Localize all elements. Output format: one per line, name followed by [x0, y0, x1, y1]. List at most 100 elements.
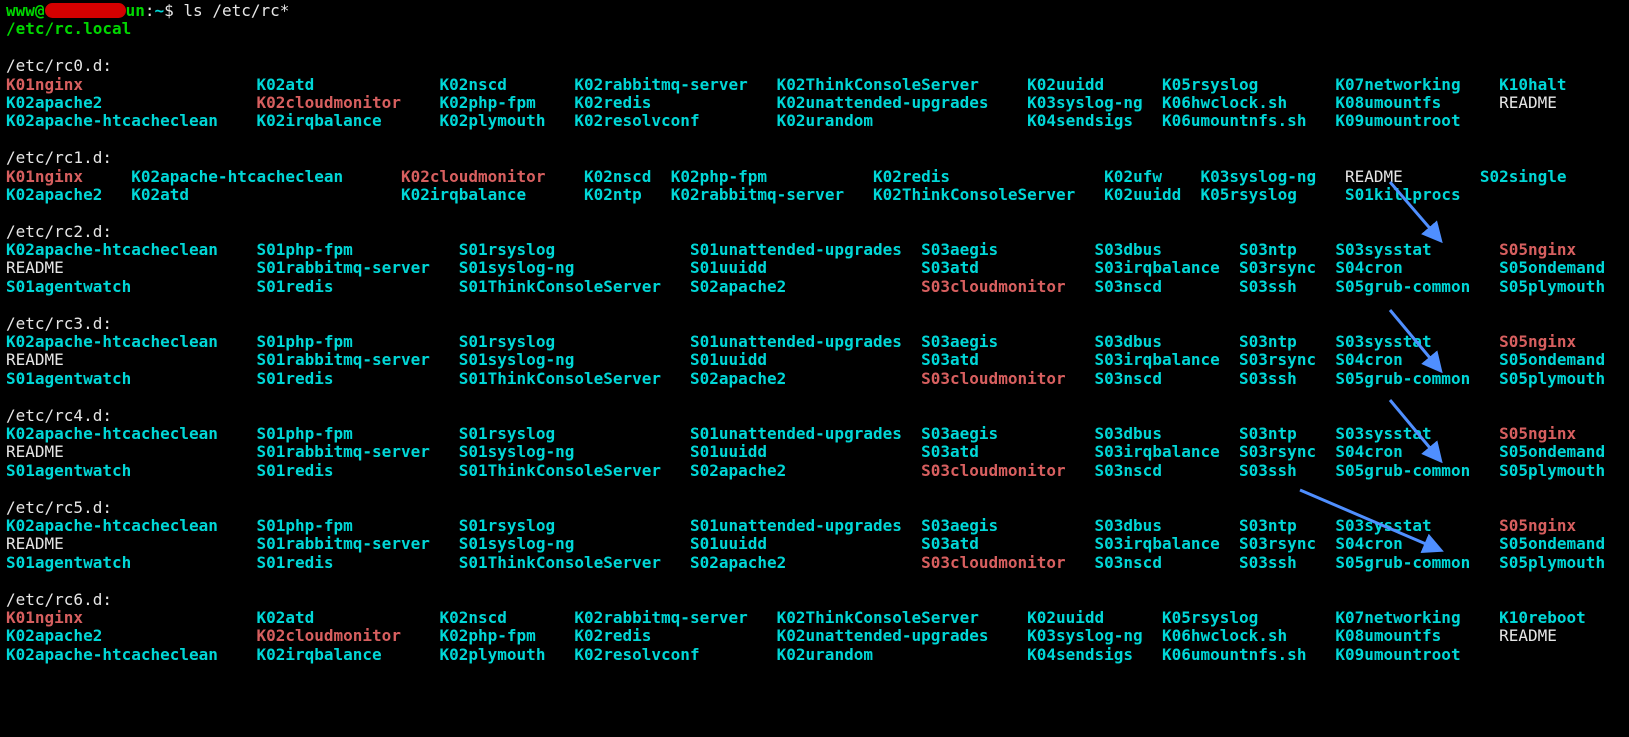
prompt-at: @ — [35, 1, 45, 20]
ls-entry: K03syslog-ng — [1027, 626, 1162, 645]
ls-entry: S02apache2 — [690, 461, 921, 480]
ls-entry: K02apache2 — [6, 93, 256, 112]
ls-entry: K02plymouth — [439, 111, 574, 130]
ls-entry: S05grub-common — [1335, 369, 1499, 388]
ls-entry: K05rsyslog — [1162, 75, 1335, 94]
ls-entry: S03dbus — [1095, 516, 1240, 535]
ls-entry: K08umountfs — [1335, 93, 1499, 112]
prompt-sep: : — [145, 1, 155, 20]
ls-entry: S05nginx — [1499, 424, 1615, 443]
ls-entry: S03ssh — [1239, 553, 1335, 572]
ls-entry: S01agentwatch — [6, 369, 256, 388]
ls-entry: S03ssh — [1239, 277, 1335, 296]
ls-entry: S04cron — [1335, 534, 1499, 553]
ls-entry: S03dbus — [1095, 424, 1240, 443]
ls-entry: K04sendsigs — [1027, 645, 1162, 664]
ls-entry: S03atd — [921, 534, 1094, 553]
ls-entry: S05nginx — [1499, 516, 1615, 535]
dir-header: /etc/rc5.d: — [6, 498, 112, 517]
ls-entry: S01redis — [256, 369, 458, 388]
dir-header: /etc/rc6.d: — [6, 590, 112, 609]
ls-entry: K02uuidd — [1104, 185, 1200, 204]
ls-entry: K02atd — [256, 608, 439, 627]
ls-entry: K08umountfs — [1335, 626, 1499, 645]
ls-entry: K01nginx — [6, 167, 131, 186]
ls-entry: S04cron — [1335, 442, 1499, 461]
ls-entry: K02cloudmonitor — [256, 626, 439, 645]
ls-entry: S04cron — [1335, 258, 1499, 277]
ls-entry: K02apache2 — [6, 185, 131, 204]
command: ls /etc/rc* — [183, 1, 289, 20]
ls-entry: S03rsync — [1239, 442, 1335, 461]
ls-entry: K02php-fpm — [439, 626, 574, 645]
ls-entry: S01ThinkConsoleServer — [459, 369, 690, 388]
ls-entry: S03sysstat — [1335, 424, 1499, 443]
ls-entry: README — [6, 258, 256, 277]
ls-entry: S01redis — [256, 553, 458, 572]
ls-entry: K06umountnfs.sh — [1162, 645, 1335, 664]
ls-entry: K02apache-htcacheclean — [6, 332, 256, 351]
ls-entry: S05grub-common — [1335, 553, 1499, 572]
ls-entry: S03ntp — [1239, 240, 1335, 259]
ls-entry: S04cron — [1335, 350, 1499, 369]
ls-entry: S03ntp — [1239, 424, 1335, 443]
ls-entry: K02rabbitmq-server — [574, 608, 776, 627]
ls-entry: S03irqbalance — [1095, 534, 1240, 553]
ls-entry: K01nginx — [6, 75, 256, 94]
ls-entry: K07networking — [1335, 75, 1499, 94]
ls-entry: K02redis — [873, 167, 1104, 186]
ls-entry: S03sysstat — [1335, 332, 1499, 351]
redaction: xxxxxxxx — [45, 3, 126, 17]
ls-entry: README — [1499, 626, 1595, 645]
ls-entry: S05grub-common — [1335, 461, 1499, 480]
ls-entry: K02ThinkConsoleServer — [777, 75, 1027, 94]
ls-entry: K02ntp — [584, 185, 671, 204]
ls-entry: S01rabbitmq-server — [256, 534, 458, 553]
ls-entry: S05plymouth — [1499, 369, 1615, 388]
ls-entry: S01php-fpm — [256, 240, 458, 259]
ls-entry: S01rsyslog — [459, 516, 690, 535]
ls-entry: K02irqbalance — [256, 645, 439, 664]
ls-entry: K02unattended-upgrades — [777, 93, 1027, 112]
ls-entry: S03aegis — [921, 424, 1094, 443]
ls-entry: S03rsync — [1239, 258, 1335, 277]
ls-entry: K02atd — [131, 185, 401, 204]
terminal-output[interactable]: www@xxxxxxxxun:~$ ls /etc/rc*/etc/rc.loc… — [0, 0, 1629, 666]
ls-entry: K02urandom — [777, 645, 1027, 664]
ls-entry: S05grub-common — [1335, 277, 1499, 296]
ls-entry: S03dbus — [1095, 240, 1240, 259]
ls-entry: K10halt — [1499, 75, 1595, 94]
ls-entry: K02atd — [256, 75, 439, 94]
ls-entry: S03nscd — [1095, 461, 1240, 480]
ls-entry: S01unattended-upgrades — [690, 240, 921, 259]
ls-entry: S01ThinkConsoleServer — [459, 277, 690, 296]
ls-entry: S01unattended-upgrades — [690, 332, 921, 351]
ls-entry: K09umountroot — [1335, 645, 1499, 664]
ls-entry: S01rabbitmq-server — [256, 350, 458, 369]
ls-entry: K02uuidd — [1027, 608, 1162, 627]
ls-entry: S01redis — [256, 277, 458, 296]
ls-entry: K02apache-htcacheclean — [131, 167, 401, 186]
ls-entry: S05ondemand — [1499, 534, 1615, 553]
ls-entry: S03dbus — [1095, 332, 1240, 351]
dir-header: /etc/rc4.d: — [6, 406, 112, 425]
ls-entry: S03cloudmonitor — [921, 553, 1094, 572]
prompt-dollar: $ — [164, 1, 183, 20]
ls-entry: S01unattended-upgrades — [690, 516, 921, 535]
ls-entry: S01rabbitmq-server — [256, 258, 458, 277]
ls-entry: K02ufw — [1104, 167, 1200, 186]
ls-entry: S03atd — [921, 442, 1094, 461]
ls-entry: S05plymouth — [1499, 553, 1615, 572]
ls-entry: README — [6, 442, 256, 461]
ls-entry: S01uuidd — [690, 258, 921, 277]
ls-entry: S01syslog-ng — [459, 350, 690, 369]
ls-entry: S02apache2 — [690, 553, 921, 572]
ls-entry: S01syslog-ng — [459, 258, 690, 277]
ls-entry: S03ssh — [1239, 461, 1335, 480]
ls-entry: S03sysstat — [1335, 240, 1499, 259]
ls-entry: K02apache-htcacheclean — [6, 240, 256, 259]
ls-entry: K02apache-htcacheclean — [6, 111, 256, 130]
ls-entry: S01agentwatch — [6, 277, 256, 296]
ls-entry: S03irqbalance — [1095, 442, 1240, 461]
ls-entry: K02resolvconf — [574, 645, 776, 664]
